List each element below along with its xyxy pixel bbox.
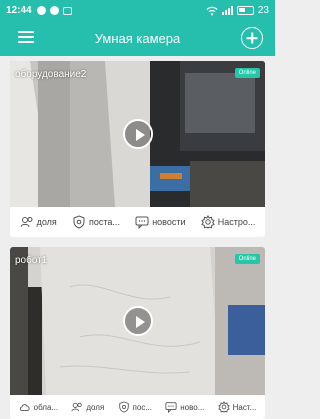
message-icon (135, 216, 149, 229)
cloud-icon (19, 404, 30, 411)
camera-name: робот1 (15, 255, 48, 266)
message-icon (165, 402, 177, 413)
settings-button[interactable]: Настро... (200, 215, 256, 229)
page-title: Умная камера (94, 31, 181, 46)
users-icon (20, 217, 33, 228)
play-button[interactable] (122, 306, 153, 336)
share-label: доля (36, 217, 57, 227)
alarm-button[interactable]: поста... (72, 215, 120, 229)
status-badge: Online (234, 68, 260, 78)
status-bar: 12:44 23 (0, 0, 275, 21)
news-label: новости (152, 217, 186, 227)
share-button[interactable]: доля (20, 215, 57, 229)
cloud-label: обла... (33, 402, 59, 412)
menu-icon[interactable] (18, 31, 34, 45)
camera-card[interactable]: оборудование2 Online доля поста... новос… (10, 61, 265, 237)
chat-icon (49, 6, 59, 15)
notification-icon (36, 6, 46, 15)
shield-icon (118, 401, 129, 413)
wifi-icon (206, 6, 218, 15)
camera-toolbar: доля поста... новости Настро... (10, 207, 265, 237)
users-icon (71, 402, 83, 412)
news-label: ново... (180, 402, 205, 412)
image-icon (62, 6, 72, 15)
shield-icon (73, 215, 85, 229)
camera-toolbar: обла... доля пос... ново... Наст... (10, 395, 265, 419)
status-badge: Online (234, 254, 260, 264)
alarm-label: поста... (89, 217, 120, 227)
app-header: Умная камера (0, 21, 275, 56)
settings-button[interactable]: Наст... (217, 401, 257, 413)
battery-icon (236, 6, 254, 15)
share-label: доля (86, 402, 105, 412)
alarm-label: пос... (132, 402, 152, 412)
camera-preview[interactable]: робот1 Online (10, 247, 265, 395)
gear-icon (200, 215, 215, 229)
signal-icon (221, 6, 233, 15)
alarm-button[interactable]: пос... (118, 401, 152, 413)
share-button[interactable]: доля (71, 401, 104, 413)
camera-preview[interactable]: оборудование2 Online (10, 61, 265, 207)
settings-label: Наст... (232, 402, 257, 412)
news-button[interactable]: новости (135, 215, 186, 229)
cloud-button[interactable]: обла... (19, 401, 58, 413)
status-time: 12:44 (6, 5, 32, 16)
news-button[interactable]: ново... (165, 401, 204, 413)
camera-card[interactable]: робот1 Online обла... доля пос... ново..… (10, 247, 265, 419)
battery-level: 23 (257, 5, 269, 16)
add-device-button[interactable] (241, 27, 263, 49)
camera-name: оборудование2 (15, 69, 87, 80)
play-button[interactable] (122, 119, 153, 149)
settings-label: Настро... (217, 217, 256, 227)
gear-icon (217, 401, 230, 413)
